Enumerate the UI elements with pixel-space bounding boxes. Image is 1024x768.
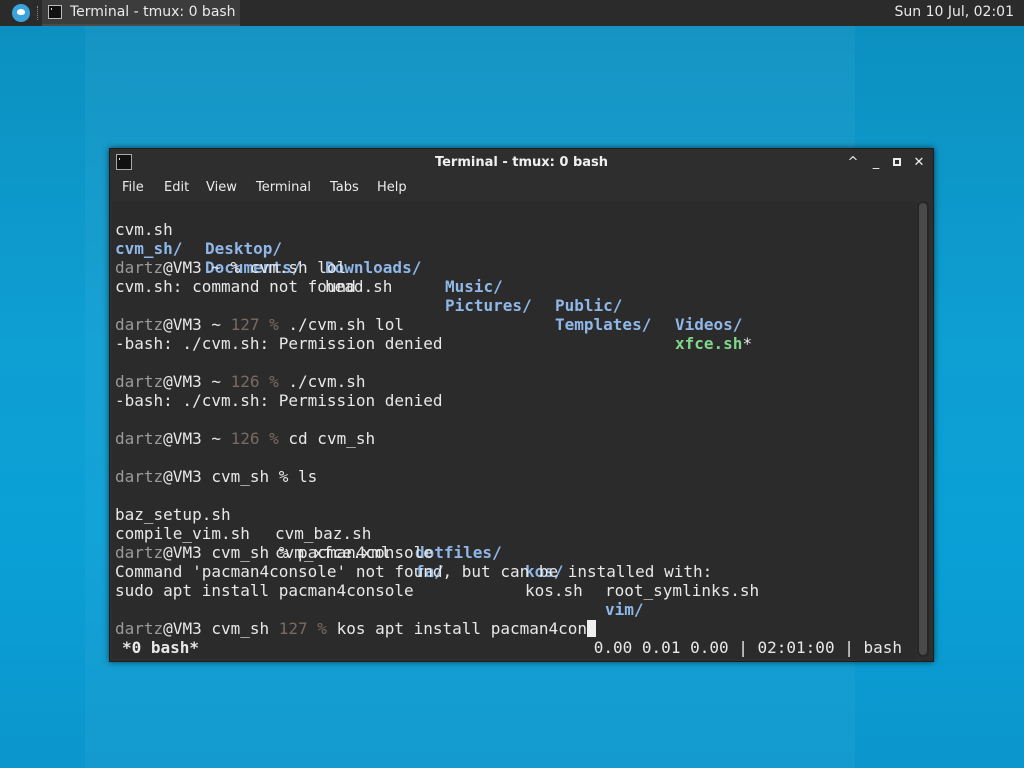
terminal-output-line: -bash: ./cvm.sh: Permission denied bbox=[115, 391, 443, 410]
terminal-prompt-line: dartz@VM3 cvm_sh % ls bbox=[115, 467, 318, 486]
chevron-up-icon: ^ bbox=[847, 155, 859, 170]
minimize-button[interactable]: _ bbox=[867, 154, 885, 172]
taskbar-item-terminal[interactable]: Terminal - tmux: 0 bash bbox=[42, 0, 240, 26]
applications-menu-icon[interactable] bbox=[12, 4, 30, 22]
terminal-prompt-line: dartz@VM3 cvm_sh % pacman4console bbox=[115, 543, 433, 562]
terminal-line: compile_vim.sh cvm_xfce.xml fa/ kos.sh v… bbox=[115, 524, 644, 619]
terminal-output-line: Command 'pacman4console' not found, but … bbox=[115, 562, 713, 581]
terminal-line: cvm_sh/ Documents/ head.sh Pictures/ Tem… bbox=[115, 239, 753, 353]
tmux-status-right: 0.00 0.01 0.00 | 02:01:00 | bash bbox=[593, 638, 902, 657]
maximize-icon bbox=[893, 158, 901, 166]
shade-button[interactable]: ^ bbox=[844, 154, 862, 172]
terminal-prompt-line: dartz@VM3 ~ 126 % ./cvm.sh bbox=[115, 372, 366, 391]
taskbar-item-label: Terminal - tmux: 0 bash bbox=[70, 4, 236, 20]
close-icon: ✕ bbox=[913, 155, 925, 170]
terminal-window: Terminal - tmux: 0 bash ^ _ ✕ File Edit … bbox=[109, 148, 934, 662]
menu-terminal[interactable]: Terminal bbox=[256, 180, 311, 195]
close-button[interactable]: ✕ bbox=[910, 154, 928, 172]
panel-separator bbox=[37, 6, 40, 20]
menu-view[interactable]: View bbox=[206, 180, 237, 195]
terminal-output-line: sudo apt install pacman4console bbox=[115, 581, 414, 600]
menu-help[interactable]: Help bbox=[377, 180, 407, 195]
maximize-button[interactable] bbox=[888, 154, 906, 172]
terminal-line: baz_setup.sh cvm_baz.sh dotfiles/ kos/ r… bbox=[115, 505, 760, 600]
terminal-output[interactable]: cvm.sh Desktop/ Downloads/ Music/ Public… bbox=[112, 201, 916, 659]
terminal-output-line: -bash: ./cvm.sh: Permission denied bbox=[115, 334, 443, 353]
scrollbar-thumb[interactable] bbox=[919, 203, 927, 655]
terminal-icon bbox=[48, 5, 62, 19]
window-title: Terminal - tmux: 0 bash bbox=[434, 155, 609, 170]
terminal-input-line[interactable]: dartz@VM3 cvm_sh 127 % kos apt install p… bbox=[115, 619, 597, 638]
menu-file[interactable]: File bbox=[122, 180, 144, 195]
terminal-line: cvm.sh Desktop/ Downloads/ Music/ Public… bbox=[115, 220, 743, 334]
terminal-scrollbar[interactable] bbox=[917, 201, 929, 657]
terminal-output-line: cvm.sh: command not found bbox=[115, 277, 356, 296]
tmux-window-tab[interactable]: *0 bash* bbox=[122, 638, 199, 657]
window-titlebar[interactable]: Terminal - tmux: 0 bash ^ _ ✕ bbox=[110, 149, 933, 176]
terminal-prompt-line: dartz@VM3 ~ 126 % cd cvm_sh bbox=[115, 429, 376, 448]
menu-bar: File Edit View Terminal Tabs Help bbox=[110, 176, 933, 201]
panel-clock[interactable]: Sun 10 Jul, 02:01 bbox=[895, 4, 1015, 20]
minimize-icon: _ bbox=[872, 155, 880, 170]
terminal-prompt-line: dartz@VM3 ~ % cvm.sh lol bbox=[115, 258, 347, 277]
menu-edit[interactable]: Edit bbox=[164, 180, 189, 195]
menu-tabs[interactable]: Tabs bbox=[330, 180, 359, 195]
terminal-prompt-line: dartz@VM3 ~ 127 % ./cvm.sh lol bbox=[115, 315, 404, 334]
top-panel: Terminal - tmux: 0 bash Sun 10 Jul, 02:0… bbox=[0, 0, 1024, 26]
text-cursor bbox=[587, 620, 597, 637]
